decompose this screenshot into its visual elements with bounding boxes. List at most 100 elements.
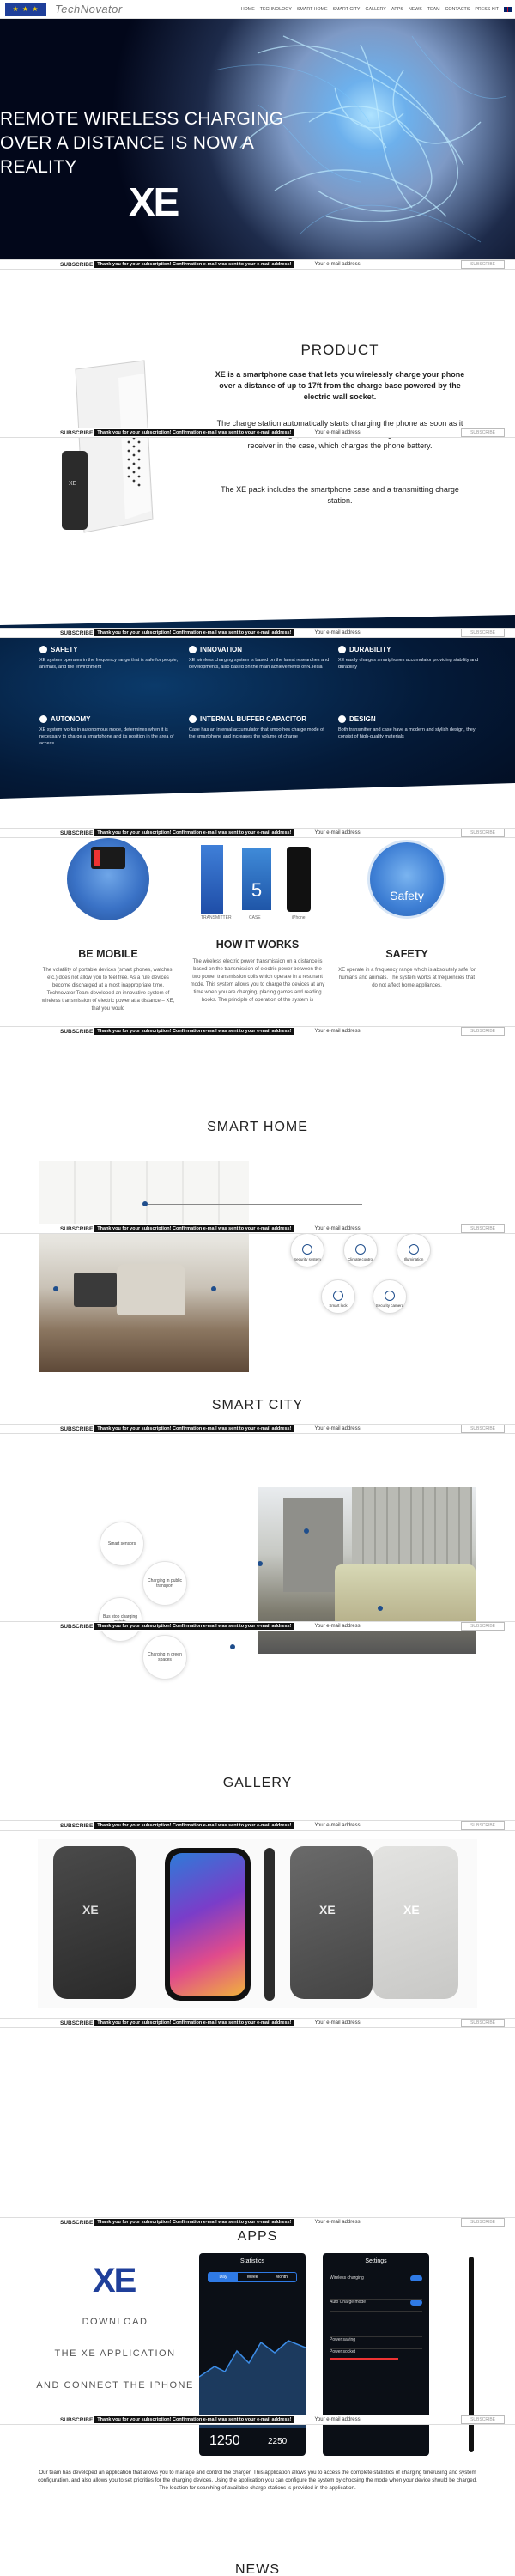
subscribe-email-input[interactable]: Your e-mail address <box>314 1226 434 1231</box>
subscribe-email-input[interactable]: Your e-mail address <box>314 1624 434 1629</box>
node-climate-control[interactable]: Climate control <box>343 1233 378 1267</box>
climate-icon <box>355 1244 366 1255</box>
nav-item-press-kit[interactable]: PRESS KIT <box>475 7 499 12</box>
nav-item-team[interactable]: TEAM <box>427 7 440 12</box>
smart-city-marker[interactable] <box>378 1606 383 1611</box>
subscribe-thanks-message: Thank you for your subscription! Confirm… <box>94 261 294 268</box>
subscribe-button[interactable]: SUBSCRIBE <box>461 1622 505 1631</box>
subscribe-email-input[interactable]: Your e-mail address <box>314 830 434 835</box>
nav-item-apps[interactable]: APPS <box>391 7 403 12</box>
subscribe-bar: SUBSCRIBE Thank you for your subscriptio… <box>0 259 515 270</box>
subscribe-email-input[interactable]: Your e-mail address <box>314 1426 434 1431</box>
smart-home-marker[interactable] <box>211 1286 216 1291</box>
lightbulb-icon <box>409 1244 419 1255</box>
safety-title: SAFETY <box>385 948 428 960</box>
smart-city-marker[interactable] <box>258 1561 263 1566</box>
subscribe-bar: SUBSCRIBE Thank you for your subscriptio… <box>0 1026 515 1036</box>
subscribe-email-input[interactable]: Your e-mail address <box>314 2220 434 2225</box>
smart-city-marker[interactable] <box>304 1528 309 1534</box>
nav-item-news[interactable]: NEWS <box>409 7 422 12</box>
nav-item-smart-city[interactable]: SMART CITY <box>333 7 360 12</box>
tab-month[interactable]: Month <box>267 2273 296 2281</box>
subscribe-email-input[interactable]: Your e-mail address <box>314 1029 434 1034</box>
subscribe-button[interactable]: SUBSCRIBE <box>461 1027 505 1036</box>
node-illumination[interactable]: Illumination <box>397 1233 431 1267</box>
app-screen-statistics: Statistics Day Week Month 1250 2250 <box>199 2253 306 2456</box>
toggle-switch[interactable] <box>410 2275 422 2281</box>
setting-power-saving[interactable]: Power saving <box>330 2337 422 2349</box>
how-label-case: CASE <box>249 915 261 920</box>
subscribe-label: SUBSCRIBE <box>60 1425 94 1432</box>
be-mobile-image <box>67 838 149 920</box>
feature-title: INTERNAL BUFFER CAPACITOR <box>200 715 306 723</box>
node-label: Security system <box>294 1257 321 1261</box>
stats-value: 1250 <box>209 2433 240 2448</box>
product-paragraph-3: The XE pack includes the smartphone case… <box>221 485 459 505</box>
setting-power-socket[interactable]: Power socket <box>330 2349 422 2361</box>
smart-city-marker[interactable] <box>230 1644 235 1649</box>
subscribe-email-input[interactable]: Your e-mail address <box>314 430 434 435</box>
camera-icon <box>385 1291 395 1301</box>
nav-item-technology[interactable]: TECHNOLOGY <box>260 7 292 12</box>
gallery-slide[interactable]: XE XE XE <box>38 1839 477 2008</box>
site-logo[interactable]: TechNovator <box>55 3 123 15</box>
subscribe-email-input[interactable]: Your e-mail address <box>314 2020 434 2026</box>
subscribe-button[interactable]: SUBSCRIBE <box>461 2019 505 2027</box>
lock-icon <box>333 1291 343 1301</box>
node-bus-stop-charging[interactable]: Bus stop charging points <box>98 1597 142 1642</box>
tab-day[interactable]: Day <box>209 2273 238 2281</box>
smart-home-marker[interactable] <box>53 1286 58 1291</box>
uk-flag-icon[interactable] <box>504 6 512 12</box>
subscribe-email-input[interactable]: Your e-mail address <box>314 1823 434 1828</box>
apps-xe-logo: XE <box>93 2262 136 2300</box>
nav-item-smart-home[interactable]: SMART HOME <box>297 7 328 12</box>
nav-item-gallery[interactable]: GALLERY <box>365 7 385 12</box>
subscribe-button[interactable]: SUBSCRIBE <box>461 829 505 837</box>
setting-wireless-charging[interactable]: Wireless charging <box>330 2275 422 2287</box>
subscribe-button[interactable]: SUBSCRIBE <box>461 428 505 437</box>
page: ★ ★ ★ TechNovator HOME TECHNOLOGY SMART … <box>0 0 515 2576</box>
be-mobile-text: The volatility of portable devices (smar… <box>41 968 175 1012</box>
node-security-camera[interactable]: Security camera <box>373 1279 407 1314</box>
feature-text: Both transmitter and case have a modern … <box>338 727 476 739</box>
setting-auto-charge[interactable]: Auto Charge mode <box>330 2300 422 2312</box>
node-smart-lock[interactable]: Smart lock <box>321 1279 355 1314</box>
lightbulb-icon <box>189 646 197 653</box>
apps-line-download: DOWNLOAD <box>82 2317 148 2327</box>
iphone-graphic <box>287 847 311 912</box>
subscribe-button[interactable]: SUBSCRIBE <box>461 1821 505 1830</box>
setting-label: Auto Charge mode <box>330 2300 366 2305</box>
subscribe-button[interactable]: SUBSCRIBE <box>461 1224 505 1233</box>
subscribe-button[interactable]: SUBSCRIBE <box>461 2218 505 2227</box>
subscribe-thanks-message: Thank you for your subscription! Confirm… <box>94 629 294 636</box>
node-smart-sensors[interactable]: Smart sensors <box>100 1522 144 1566</box>
tab-week[interactable]: Week <box>238 2273 267 2281</box>
power-slider[interactable] <box>330 2358 398 2360</box>
node-charging-green-spaces[interactable]: Charging in green spaces <box>142 1635 187 1680</box>
subscribe-bar: SUBSCRIBE Thank you for your subscriptio… <box>0 2217 515 2227</box>
connector-line <box>148 1204 362 1205</box>
subscribe-email-input[interactable]: Your e-mail address <box>314 2417 434 2422</box>
gallery-case-black: XE <box>53 1846 136 1999</box>
nav-item-home[interactable]: HOME <box>241 7 255 12</box>
apps-title: APPS <box>237 2229 278 2244</box>
subscribe-label: SUBSCRIBE <box>60 1225 94 1232</box>
nav-item-contacts[interactable]: CONTACTS <box>445 7 470 12</box>
apps-line-application: THE XE APPLICATION <box>54 2348 176 2359</box>
subscribe-button[interactable]: SUBSCRIBE <box>461 1425 505 1433</box>
toggle-switch[interactable] <box>410 2300 422 2306</box>
subscribe-button[interactable]: SUBSCRIBE <box>461 2415 505 2424</box>
subscribe-email-input[interactable]: Your e-mail address <box>314 262 434 267</box>
subscribe-label: SUBSCRIBE <box>60 2020 94 2026</box>
subscribe-bar: SUBSCRIBE Thank you for your subscriptio… <box>0 1621 515 1631</box>
gallery-case-gray: XE <box>290 1846 373 1999</box>
safety-text: XE operate in a frequency range which is… <box>338 968 476 988</box>
subscribe-bar: SUBSCRIBE Thank you for your subscriptio… <box>0 1820 515 1831</box>
subscribe-button[interactable]: SUBSCRIBE <box>461 260 505 269</box>
subscribe-button[interactable]: SUBSCRIBE <box>461 629 505 637</box>
subscribe-bar: SUBSCRIBE Thank you for your subscriptio… <box>0 428 515 438</box>
subscribe-email-input[interactable]: Your e-mail address <box>314 630 434 635</box>
top-navigation: ★ ★ ★ TechNovator HOME TECHNOLOGY SMART … <box>0 0 515 19</box>
node-charging-public-transport[interactable]: Charging in public transport <box>142 1561 187 1606</box>
node-security-system[interactable]: Security system <box>290 1233 324 1267</box>
